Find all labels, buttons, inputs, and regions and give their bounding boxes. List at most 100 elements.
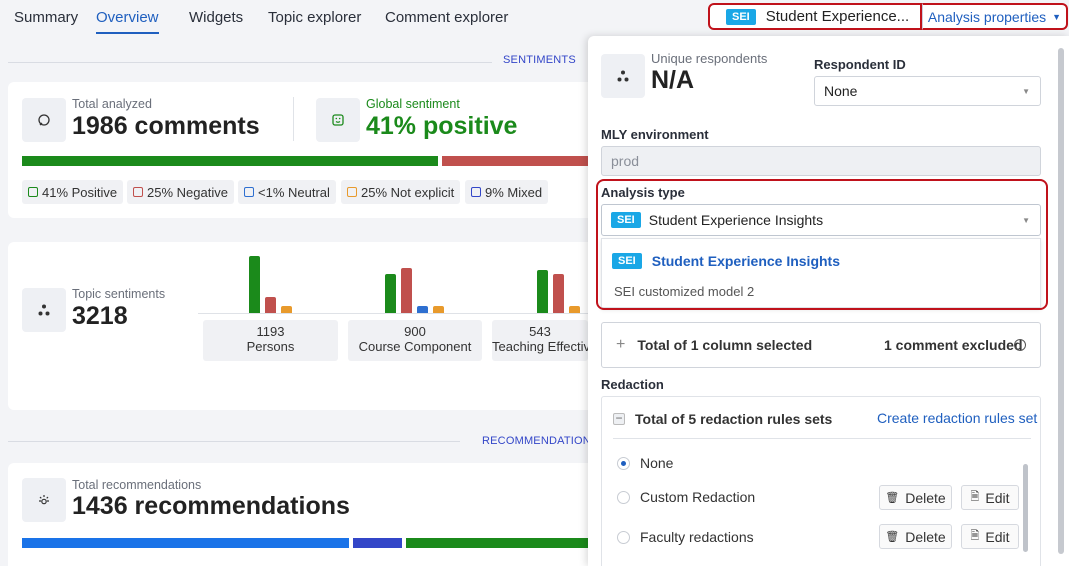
topic-sentiments-value: 3218 xyxy=(72,302,128,330)
panel-scrollbar[interactable] xyxy=(1058,48,1064,554)
total-analyzed-value: 1986 comments xyxy=(72,112,260,140)
redaction-rule-name: Faculty redactions xyxy=(640,529,754,545)
analysis-properties-button[interactable]: Analysis properties ▼ xyxy=(922,3,1068,30)
topic-box-teaching-effectiveness[interactable]: 543 Teaching Effectiveness xyxy=(492,320,588,361)
recommendation-bar xyxy=(22,538,349,548)
hierarchy-icon xyxy=(22,288,66,332)
topic-name: Persons xyxy=(246,339,295,354)
redaction-total-label: Total of 5 redaction rules sets xyxy=(635,411,833,427)
trash-icon: 🗑 xyxy=(885,531,900,543)
topic-box-persons[interactable]: 1193 Persons xyxy=(203,320,338,361)
chip-not-explicit-label: 25% Not explicit xyxy=(361,184,455,200)
recommendation-bar xyxy=(406,538,588,548)
total-recommendations-label: Total recommendations xyxy=(72,478,202,492)
chevron-down-icon: ▼ xyxy=(1052,11,1062,22)
chip-neutral: <1% Neutral xyxy=(238,180,336,204)
edit-icon: 🗎 xyxy=(970,530,980,542)
tab-overview[interactable]: Overview xyxy=(96,9,159,34)
delete-button[interactable]: 🗑 Delete xyxy=(879,524,952,549)
tab-topic-explorer[interactable]: Topic explorer xyxy=(268,9,361,32)
sentiment-bar-negative xyxy=(442,156,588,166)
tab-widgets[interactable]: Widgets xyxy=(189,9,243,32)
expand-plus-icon[interactable]: + xyxy=(616,336,625,354)
chip-positive-label: 41% Positive xyxy=(42,184,118,200)
chip-negative: 25% Negative xyxy=(127,180,234,204)
topic-bar xyxy=(385,274,396,313)
comments-excluded-label: 1 comment excluded xyxy=(884,337,1023,353)
sentiment-face-icon xyxy=(316,98,360,142)
chip-neutral-label: <1% Neutral xyxy=(258,184,330,200)
respondent-id-label: Respondent ID xyxy=(814,57,906,72)
top-nav: Summary Overview Widgets Topic explorer … xyxy=(0,0,1069,36)
inner-scrollbar[interactable] xyxy=(1023,464,1028,552)
mixed-icon xyxy=(471,187,481,197)
chip-positive: 41% Positive xyxy=(22,180,124,204)
global-sentiment-label: Global sentiment xyxy=(366,97,460,111)
analysis-type-highlight xyxy=(596,179,1048,310)
redaction-label: Redaction xyxy=(601,377,664,392)
divider-line xyxy=(8,441,460,442)
mly-environment-value: prod xyxy=(611,153,640,169)
comment-icon xyxy=(22,98,66,142)
respondent-id-value: None xyxy=(824,83,858,99)
create-redaction-link[interactable]: Create redaction rules set xyxy=(877,410,1037,426)
tab-comment-explorer[interactable]: Comment explorer xyxy=(385,9,508,32)
edit-label: Edit xyxy=(985,489,1010,506)
section-recommendations: RECOMMENDATION xyxy=(482,435,591,447)
delete-label: Delete xyxy=(905,528,946,545)
unique-respondents-value: N/A xyxy=(651,66,695,94)
topic-sentiments-label: Topic sentiments xyxy=(72,287,166,301)
chip-mixed-label: 9% Mixed xyxy=(485,184,543,200)
topic-box-course-component[interactable]: 900 Course Component xyxy=(348,320,482,361)
negative-icon xyxy=(133,187,143,197)
chip-mixed: 9% Mixed xyxy=(465,180,549,204)
topic-bar xyxy=(265,297,276,313)
radio-custom-redaction[interactable] xyxy=(617,491,630,504)
topic-bar xyxy=(281,306,292,313)
recommendation-bar xyxy=(353,538,402,548)
delete-button[interactable]: 🗑 Delete xyxy=(879,485,952,510)
total-analyzed-label: Total analyzed xyxy=(72,97,152,111)
info-icon[interactable]: i xyxy=(1014,339,1026,351)
topic-bar xyxy=(401,268,412,313)
topic-bar xyxy=(537,270,548,313)
collapse-minus-icon[interactable]: − xyxy=(613,412,625,425)
delete-label: Delete xyxy=(905,489,946,506)
global-sentiment-value: 41% positive xyxy=(366,112,518,140)
radio-none[interactable] xyxy=(617,457,630,470)
not-explicit-icon xyxy=(347,187,357,197)
redaction-rule-name: Custom Redaction xyxy=(640,489,756,505)
chip-not-explicit: 25% Not explicit xyxy=(341,180,461,204)
topic-count: 543 xyxy=(529,324,551,339)
mly-environment-label: MLY environment xyxy=(601,127,709,142)
columns-summary-row[interactable]: + Total of 1 column selected 1 comment e… xyxy=(601,322,1041,368)
radio-faculty-redactions[interactable] xyxy=(617,531,630,544)
topic-name: Course Component xyxy=(358,339,472,354)
card-separator xyxy=(293,97,294,141)
topic-bar xyxy=(417,306,428,313)
edit-button[interactable]: 🗎 Edit xyxy=(961,524,1019,549)
topic-bar xyxy=(249,256,260,313)
neutral-icon xyxy=(244,187,254,197)
topic-bar xyxy=(569,306,580,313)
redaction-divider xyxy=(613,438,1031,439)
respondent-id-select[interactable]: None ▼ xyxy=(814,76,1041,106)
topic-count: 1193 xyxy=(256,324,285,339)
redaction-rule-name: None xyxy=(640,455,674,471)
caret-down-icon: ▼ xyxy=(1022,86,1030,96)
edit-label: Edit xyxy=(985,528,1010,545)
divider-line xyxy=(8,62,492,63)
analysis-properties-label: Analysis properties xyxy=(927,8,1047,25)
positive-icon xyxy=(28,187,38,197)
chip-negative-label: 25% Negative xyxy=(147,184,228,200)
respondents-icon xyxy=(601,54,645,98)
topic-bar xyxy=(553,274,564,313)
topic-name: Teaching Effectiveness xyxy=(492,339,588,354)
edit-button[interactable]: 🗎 Edit xyxy=(961,485,1019,510)
tab-summary[interactable]: Summary xyxy=(14,9,78,32)
model-selector[interactable]: SEI Student Experience... xyxy=(708,3,922,30)
total-recommendations-value: 1436 recommendations xyxy=(72,492,350,520)
model-selector-label: Student Experience... xyxy=(765,8,910,25)
mly-environment-field: prod xyxy=(601,146,1041,176)
unique-respondents-label: Unique respondents xyxy=(651,51,768,66)
